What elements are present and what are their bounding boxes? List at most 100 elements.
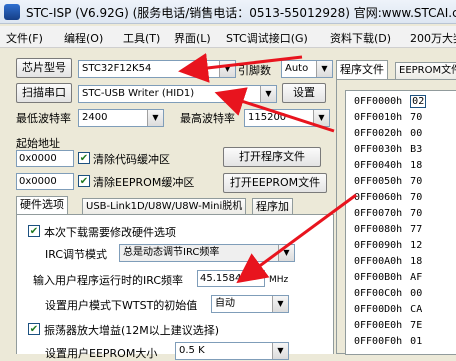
tab-program-encrypt[interactable]: 程序加 [252, 198, 293, 214]
modify-hw-checkbox[interactable]: ✔ [28, 225, 40, 237]
irc-frequency-label: 输入用户程序运行时的IRC频率 [33, 274, 184, 287]
modify-hw-label: 本次下载需要修改硬件选项 [44, 226, 176, 239]
pin-count-select[interactable]: Auto ▼ [281, 60, 333, 78]
hex-row: 0FF0050h 70 [354, 176, 422, 187]
window-title: STC-ISP (V6.92G) (服务电话/销售电话：0513-5501292… [26, 6, 456, 20]
hex-address: 0FF00D0h [354, 304, 403, 315]
tab-program-file[interactable]: 程序文件 [336, 60, 388, 79]
hex-row: 0FF0020h 00 [354, 128, 422, 139]
hex-address: 0FF00F0h [354, 336, 403, 347]
max-baud-select[interactable]: 115200 ▼ [244, 109, 330, 127]
pin-count-value: Auto [285, 63, 309, 74]
scan-port-button[interactable]: 扫描串口 [16, 83, 72, 103]
hex-byte: 18 [410, 256, 423, 267]
irc-frequency-input[interactable]: 45.1584 [197, 270, 265, 287]
menu-program[interactable]: 编程(O) [64, 30, 103, 46]
hex-row: 0FF0090h 12 [354, 240, 422, 251]
frequency-unit: MHz [269, 275, 289, 285]
max-baud-value: 115200 [248, 112, 287, 123]
clear-code-checkbox[interactable]: ✔ [78, 152, 90, 164]
menu-tools[interactable]: 工具(T) [123, 30, 160, 46]
chevron-down-icon: ▼ [272, 296, 288, 312]
wtst-label: 设置用户模式下WTST的初始值 [45, 299, 198, 312]
hex-address: 0FF0080h [354, 224, 403, 235]
menu-debug[interactable]: STC调试接口(G) [226, 30, 308, 46]
menu-interface[interactable]: 界面(L) [174, 30, 211, 46]
chip-model-button[interactable]: 芯片型号 [16, 58, 72, 78]
tab-eeprom-file[interactable]: EEPROM文件 [395, 62, 456, 79]
hex-byte: 00 [410, 128, 423, 139]
hex-byte: 18 [410, 160, 423, 171]
hex-row: 0FF00E0h 7E [354, 320, 422, 331]
hex-address: 0FF00E0h [354, 320, 403, 331]
chevron-down-icon: ▼ [313, 110, 329, 126]
hex-address: 0FF0070h [354, 208, 403, 219]
hex-address: 0FF0040h [354, 160, 403, 171]
hex-address: 0FF0030h [354, 144, 403, 155]
open-eeprom-file-button[interactable]: 打开EEPROM文件 [223, 173, 327, 193]
oscillator-gain-label: 振荡器放大增益(12M以上建议选择) [44, 324, 220, 337]
min-baud-value: 2400 [82, 112, 108, 123]
irc-mode-select[interactable]: 总是动态调节IRC频率 ▼ [119, 244, 295, 262]
hex-row: 0FF0080h 77 [354, 224, 422, 235]
title-bar: STC-ISP (V6.92G) (服务电话/销售电话：0513-5501292… [0, 0, 456, 24]
hex-row: 0FF0000h 02 [354, 95, 427, 108]
start-address-input-2[interactable]: 0x0000 [16, 173, 74, 190]
min-baud-label: 最低波特率 [16, 112, 71, 125]
hex-byte: 02 [410, 95, 427, 108]
hex-byte: 12 [410, 240, 423, 251]
hex-byte: CA [410, 304, 423, 315]
port-select[interactable]: STC-USB Writer (HID1) ▼ [78, 85, 277, 103]
hex-row: 0FF00C0h 00 [354, 288, 422, 299]
hex-address: 0FF0000h [354, 96, 403, 107]
hardware-options-panel: ✔ 本次下载需要修改硬件选项 IRC调节模式 总是动态调节IRC频率 ▼ 输入用… [16, 214, 334, 360]
hex-byte: 70 [410, 208, 423, 219]
hex-row: 0FF0010h 70 [354, 112, 422, 123]
clear-eeprom-checkbox[interactable]: ✔ [78, 175, 90, 187]
chevron-down-icon: ▼ [260, 86, 276, 102]
max-baud-label: 最高波特率 [180, 112, 235, 125]
hex-address: 0FF00A0h [354, 256, 403, 267]
chevron-down-icon: ▼ [219, 61, 235, 77]
wtst-value: 自动 [215, 298, 235, 309]
tab-hardware-options[interactable]: 硬件选项 [16, 196, 68, 214]
chip-model-select[interactable]: STC32F12K54 ▼ [78, 60, 236, 78]
hex-row: 0FF00D0h CA [354, 304, 422, 315]
hex-byte: 00 [410, 288, 423, 299]
open-program-file-button[interactable]: 打开程序文件 [223, 147, 321, 167]
eeprom-size-label: 设置用户EEPROM大小 [45, 347, 158, 360]
clear-code-label: 清除代码缓冲区 [93, 153, 170, 166]
app-icon [4, 4, 20, 20]
hex-byte: AF [410, 272, 423, 283]
menu-bar: 文件(F) 编程(O) 工具(T) 界面(L) STC调试接口(G) 资料下载(… [0, 26, 456, 48]
chip-model-value: STC32F12K54 [82, 63, 152, 74]
hex-address: 0FF0010h [354, 112, 403, 123]
settings-button[interactable]: 设置 [282, 83, 326, 103]
hex-address: 0FF0090h [354, 240, 403, 251]
hex-row: 0FF0060h 70 [354, 192, 422, 203]
chevron-down-icon: ▼ [278, 245, 294, 261]
menu-award[interactable]: 200万大奖 [410, 30, 456, 46]
tab-offline[interactable]: USB-Link1D/U8W/U8W-Mini脱机 [82, 198, 247, 214]
hex-address: 0FF00B0h [354, 272, 403, 283]
wtst-select[interactable]: 自动 ▼ [211, 295, 289, 313]
start-address-input-1[interactable]: 0x0000 [16, 150, 74, 167]
hex-byte: 70 [410, 192, 423, 203]
hex-row: 0FF0040h 18 [354, 160, 422, 171]
oscillator-gain-checkbox[interactable]: ✔ [28, 323, 40, 335]
clear-eeprom-label: 清除EEPROM缓冲区 [93, 176, 195, 189]
hex-address: 0FF00C0h [354, 288, 403, 299]
hex-row: 0FF00B0h AF [354, 272, 422, 283]
menu-file[interactable]: 文件(F) [6, 30, 43, 46]
hex-byte: 7E [410, 320, 423, 331]
hex-view[interactable]: 0FF0000h 02 0FF0010h 70 0FF0020h 00 0FF0030h B3… [345, 90, 456, 355]
hex-byte: B3 [410, 144, 423, 155]
min-baud-select[interactable]: 2400 ▼ [78, 109, 164, 127]
hex-row: 0FF0030h B3 [354, 144, 422, 155]
start-address-label: 起始地址 [16, 137, 60, 150]
chevron-down-icon: ▼ [147, 110, 163, 126]
hex-byte: 70 [410, 112, 423, 123]
hex-byte: 70 [410, 176, 423, 187]
eeprom-size-select[interactable]: 0.5 K ▼ [175, 342, 289, 360]
menu-download[interactable]: 资料下载(D) [330, 30, 391, 46]
